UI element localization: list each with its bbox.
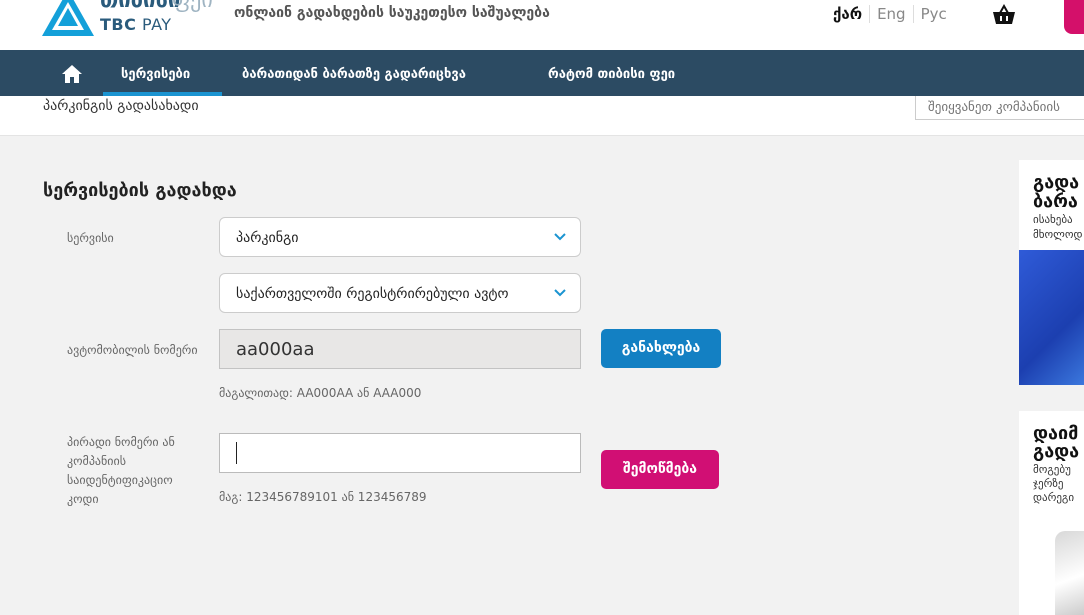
- lang-en[interactable]: Eng: [869, 5, 913, 23]
- tagline: ონლაინ გადახდების საუკეთესო საშუალება: [234, 5, 550, 21]
- text-caret: [236, 442, 237, 464]
- promo-title-line-1: გადა: [1033, 172, 1080, 193]
- brand-pay: PAY: [136, 15, 172, 34]
- main-nav: სერვისები ბარათიდან ბარათზე გადარიცხვა რ…: [0, 50, 1084, 96]
- service-label: სერვისი: [67, 231, 114, 245]
- lang-ru[interactable]: Рус: [912, 5, 954, 23]
- id-hint: მაგ: 123456789101 ან 123456789: [219, 490, 427, 504]
- brand-name-geo: თიბისი: [100, 0, 181, 13]
- subservice-select[interactable]: საქართველოში რეგისტრირებული ავტო: [219, 273, 581, 313]
- car-number-field[interactable]: aa000aa: [219, 329, 581, 369]
- language-switcher: ქარ Eng Рус: [833, 5, 954, 23]
- brand-name-geo-light: ფეი: [172, 0, 213, 13]
- page-title: სერვისების გადახდა: [43, 180, 237, 201]
- id-label-line-3: საიდენტიფიკაციო: [67, 473, 173, 487]
- brand-name-latin: TBC PAY: [100, 15, 172, 34]
- company-search-input[interactable]: [915, 96, 1084, 120]
- promo-title-line-2: ბარა: [1033, 191, 1078, 212]
- nav-item-card-transfer[interactable]: ბარათიდან ბარათზე გადარიცხვა: [242, 67, 466, 82]
- nav-item-services[interactable]: სერვისები: [121, 67, 190, 82]
- lang-ka[interactable]: ქარ: [833, 5, 869, 23]
- promo-title-line-2: გადა: [1033, 441, 1080, 462]
- nav-item-why-tbc-pay[interactable]: რატომ თიბისი ფეი: [548, 67, 675, 82]
- top-header: თიბისი ფეი TBC PAY ონლაინ გადახდების საუ…: [0, 0, 1084, 50]
- car-number-label: ავტომობილის ნომერი: [67, 343, 198, 357]
- chevron-down-icon: [554, 233, 566, 241]
- service-select-value: პარკინგი: [236, 230, 299, 246]
- subservice-select-value: საქართველოში რეგისტრირებული ავტო: [236, 286, 509, 302]
- id-label-line-2: კომპანიის: [67, 454, 126, 468]
- tbc-pay-logo-icon[interactable]: [42, 0, 94, 36]
- id-label-line-4: კოდი: [67, 492, 99, 506]
- chevron-down-icon: [554, 289, 566, 297]
- promo-text-line-1: ისახება: [1033, 213, 1073, 226]
- breadcrumb: პარკინგის გადასახადი: [43, 98, 199, 114]
- promo-card-image: [1019, 250, 1084, 385]
- promo-text-line-3: დარეგი: [1033, 491, 1075, 504]
- brand-tbc: TBC: [100, 15, 137, 34]
- service-select[interactable]: პარკინგი: [219, 217, 581, 257]
- home-icon[interactable]: [61, 64, 83, 84]
- promo-card-2[interactable]: დაიმ გადა მოგებუ ჯერზე დარეგი: [1019, 411, 1084, 615]
- promo-phone-image: [1055, 531, 1084, 615]
- promo-card-1[interactable]: გადა ბარა ისახება მხოლოდ: [1019, 160, 1084, 385]
- car-number-hint: მაგალითად: AA000AA ან AAA000: [219, 386, 422, 400]
- update-button[interactable]: განახლება: [601, 329, 721, 368]
- promo-text-line-2: ჯერზე: [1033, 477, 1064, 490]
- promo-text-line-1: მოგებუ: [1033, 463, 1071, 476]
- id-label: პირადი ნომერი ან კომპანიის საიდენტიფიკაც…: [67, 433, 175, 509]
- id-label-line-1: პირადი ნომერი ან: [67, 435, 175, 449]
- basket-icon[interactable]: [992, 4, 1016, 26]
- promo-text-line-2: მხოლოდ: [1033, 228, 1083, 241]
- id-number-input[interactable]: [219, 433, 581, 473]
- user-menu-button[interactable]: [1064, 0, 1084, 34]
- breadcrumb-bar: პარკინგის გადასახადი: [0, 96, 1084, 136]
- check-button[interactable]: შემოწმება: [601, 450, 719, 489]
